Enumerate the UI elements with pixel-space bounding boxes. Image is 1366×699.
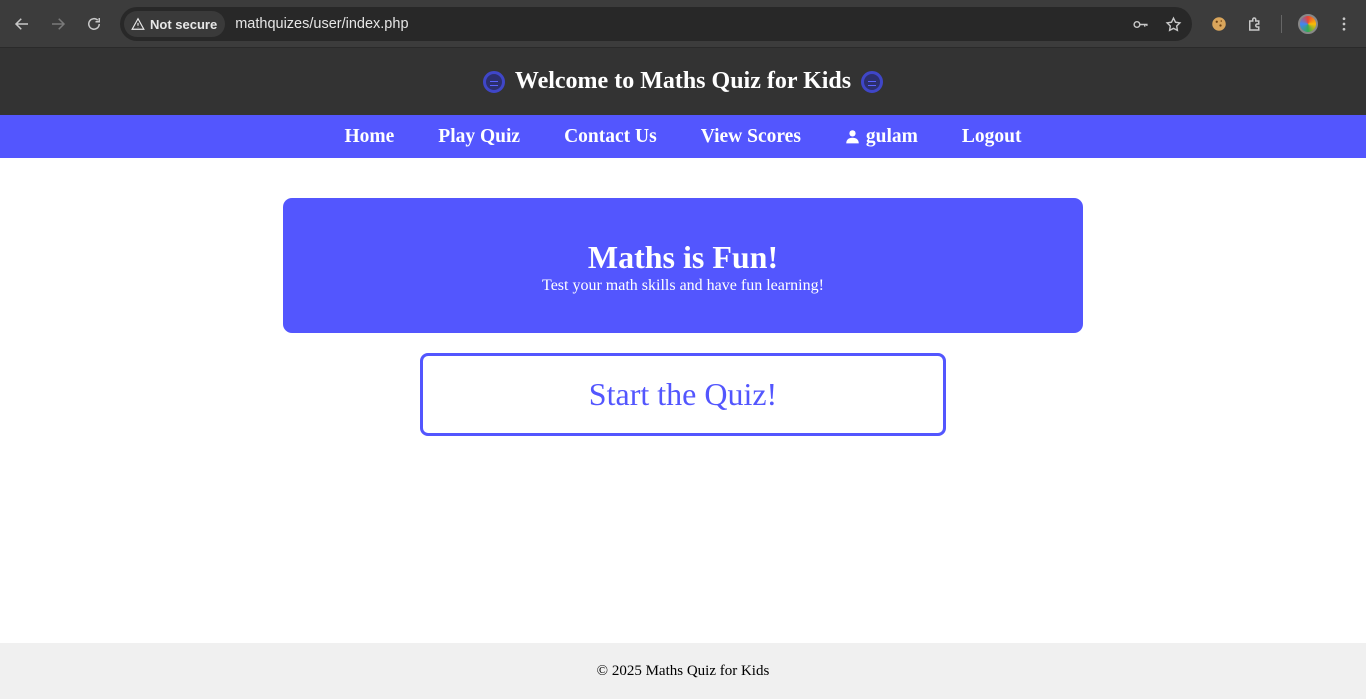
nav-label: gulam [865,125,918,147]
hero-banner: Maths is Fun! Test your math skills and … [283,198,1083,333]
arrow-left-icon [14,17,28,30]
url-text[interactable]: mathquizes/user/index.php [235,16,408,32]
footer-text: © 2025 Maths Quiz for Kids [596,662,770,679]
forward-button[interactable] [40,6,76,42]
cookie-extension-button[interactable] [1201,6,1237,42]
main-nav: Home Play Quiz Contact Us View Scores gu… [0,115,1366,158]
nav-home-link[interactable]: Home [344,126,394,148]
key-icon[interactable] [1132,16,1149,33]
back-button[interactable] [4,6,40,42]
warning-icon [131,17,145,30]
nav-label: Logout [961,125,1022,147]
nav-play-quiz-link[interactable]: Play Quiz [438,126,520,148]
security-indicator[interactable]: Not secure [124,11,226,37]
nav-logout-link[interactable]: Logout [962,126,1022,148]
nav-view-scores-link[interactable]: View Scores [701,126,801,148]
hero-title: Maths is Fun! [587,239,779,275]
emoji-icon [861,70,884,93]
hero-subtitle: Test your math skills and have fun learn… [542,277,824,294]
browser-toolbar: Not secure mathquizes/user/index.php [0,0,1366,48]
reload-button[interactable] [76,6,112,42]
cookie-icon [1212,17,1226,31]
avatar [1298,14,1318,34]
nav-label: Home [344,125,395,147]
site-header: Welcome to Maths Quiz for Kids [0,48,1366,115]
nav-user-profile-link[interactable]: gulam [845,126,918,148]
menu-button[interactable] [1326,6,1362,42]
profile-button[interactable] [1290,6,1326,42]
nav-label: Contact Us [564,125,657,147]
start-quiz-button[interactable]: Start the Quiz! [420,353,946,436]
site-footer: © 2025 Maths Quiz for Kids [0,643,1366,699]
user-icon [846,130,859,144]
toolbar-divider [1281,15,1282,33]
kebab-menu-icon [1342,17,1346,31]
star-icon[interactable] [1165,15,1182,33]
reload-icon [88,17,100,30]
security-label: Not secure [150,16,218,32]
emoji-icon [482,70,505,93]
nav-label: View Scores [700,125,801,147]
puzzle-icon [1249,17,1260,31]
page-title: Welcome to Maths Quiz for Kids [514,68,852,94]
nav-label: Play Quiz [438,125,521,147]
arrow-right-icon [52,17,66,30]
address-bar[interactable]: Not secure mathquizes/user/index.php [120,7,1192,41]
nav-contact-us-link[interactable]: Contact Us [564,126,657,148]
extensions-button[interactable] [1237,6,1273,42]
